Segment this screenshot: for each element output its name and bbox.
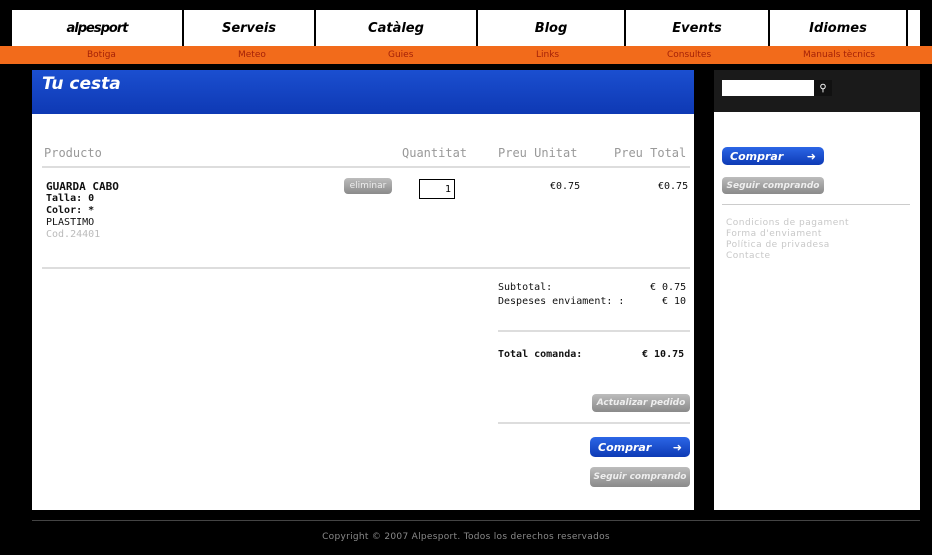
link-contact[interactable]: Contacte: [726, 251, 771, 261]
subnav-item-manuals[interactable]: Manuals tècnics: [803, 46, 875, 64]
sidebar-divider: [722, 204, 910, 205]
item-divider: [42, 267, 690, 269]
product-color: Color: *: [46, 205, 95, 216]
remove-item-button[interactable]: eliminar: [344, 178, 392, 194]
nav-item-idiomes[interactable]: Idiomes: [770, 10, 906, 46]
footer-copyright: Copyright © 2007 Alpesport. Todos los de…: [322, 532, 610, 542]
sidebar-buy-button[interactable]: Comprar ➜: [722, 147, 824, 165]
sub-navigation: Botiga Meteo Guies Links Consultes Manua…: [0, 46, 932, 64]
header-unit-price: Preu Unitat: [498, 146, 578, 160]
link-shipping-method[interactable]: Forma d'enviament: [726, 229, 822, 239]
subtotal-label: Subtotal:: [498, 282, 553, 293]
sidebar: Comprar ➜ Seguir comprando Condicions de…: [714, 112, 920, 510]
product-size: Talla: 0: [46, 193, 95, 204]
search-input[interactable]: [722, 80, 814, 96]
shipping-label: Despeses enviament: :: [498, 296, 625, 307]
header-total-price: Preu Total: [614, 146, 687, 160]
subnav-item-guies[interactable]: Guies: [388, 46, 413, 64]
buy-button[interactable]: Comprar ➜: [590, 437, 690, 457]
subnav-item-meteo[interactable]: Meteo: [238, 46, 266, 64]
search-bar: ⚲: [714, 70, 920, 112]
subnav-item-links[interactable]: Links: [536, 46, 559, 64]
search-icon[interactable]: ⚲: [814, 80, 832, 96]
arrow-right-icon: ➜: [672, 440, 682, 454]
subnav-item-botiga[interactable]: Botiga: [87, 46, 116, 64]
item-total-price: €0.75: [658, 181, 689, 192]
update-order-button[interactable]: Actualizar pedido: [592, 394, 690, 412]
arrow-right-icon: ➜: [806, 149, 816, 163]
sidebar-buy-label: Comprar: [730, 149, 784, 163]
header-quantity: Quantitat: [402, 146, 468, 160]
nav-separator: [906, 10, 908, 46]
product-name: GUARDA CABO: [46, 180, 119, 193]
subnav-item-consultes[interactable]: Consultes: [667, 46, 711, 64]
total-value: € 10.75: [642, 349, 685, 360]
item-unit-price: €0.75: [550, 181, 581, 192]
product-code: Cod.24401: [46, 229, 101, 240]
page-title: Tu cesta: [42, 74, 121, 94]
cart-title-bar: Tu cesta: [32, 70, 694, 114]
shipping-value: € 10: [662, 296, 687, 307]
continue-shopping-button[interactable]: Seguir comprando: [590, 467, 690, 487]
alpesport-logo[interactable]: alpesport: [12, 10, 182, 46]
buy-button-label: Comprar: [598, 440, 652, 454]
quantity-input[interactable]: [419, 179, 455, 199]
sidebar-continue-shopping-button[interactable]: Seguir comprando: [722, 177, 824, 194]
actions-divider: [498, 422, 690, 424]
subtotal-value: € 0.75: [650, 282, 687, 293]
header-product: Producto: [44, 146, 102, 160]
cart-panel: Tu cesta Producto Quantitat Preu Unitat …: [32, 70, 694, 510]
header-divider: [42, 166, 690, 168]
total-label: Total comanda:: [498, 349, 583, 360]
totals-divider: [498, 330, 690, 332]
top-navigation: alpesport Serveis Catàleg Blog Events Id…: [12, 10, 920, 46]
product-brand: PLASTIMO: [46, 217, 95, 228]
footer-divider: [32, 520, 920, 521]
nav-item-events[interactable]: Events: [626, 10, 768, 46]
nav-item-blog[interactable]: Blog: [478, 10, 624, 46]
nav-item-serveis[interactable]: Serveis: [184, 10, 314, 46]
nav-item-cataleg[interactable]: Catàleg: [316, 10, 476, 46]
link-payment-conditions[interactable]: Condicions de pagament: [726, 218, 849, 228]
link-privacy-policy[interactable]: Política de privadesa: [726, 240, 830, 250]
